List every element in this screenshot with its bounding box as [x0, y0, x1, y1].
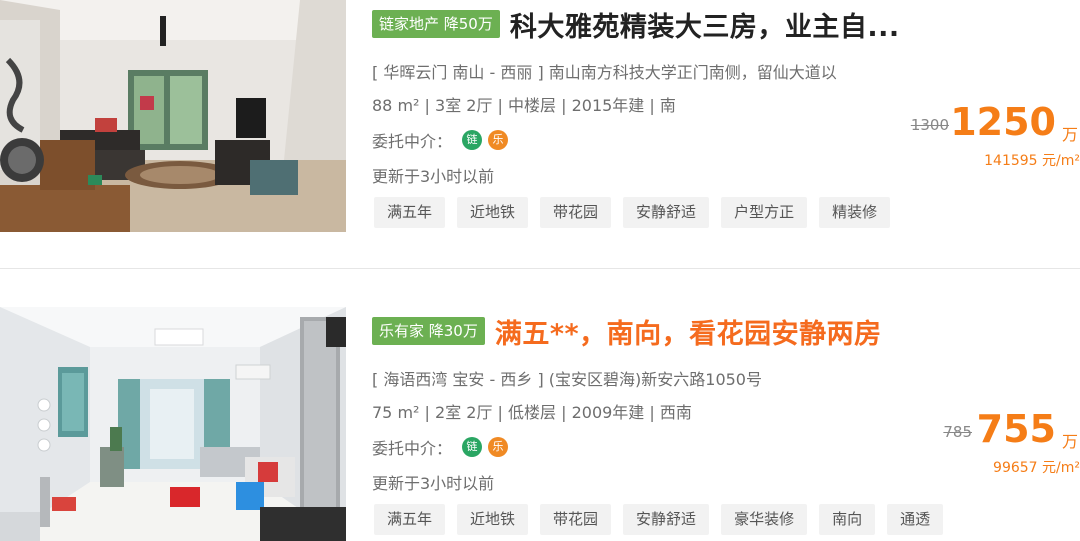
lianjia-agent-icon[interactable]: 链	[462, 437, 483, 457]
feature-tag: 安静舒适	[623, 197, 710, 228]
updated-time: 更新于3小时以前	[372, 167, 495, 186]
feature-tag: 带花园	[540, 197, 612, 228]
feature-tag: 豪华装修	[721, 504, 808, 535]
agents-label: 委托中介：	[372, 439, 453, 458]
feature-tag: 户型方正	[721, 197, 808, 228]
price-unit: 万	[1061, 125, 1078, 144]
listing-card[interactable]: 乐有家 降30万 满五**，南向，看花园安静两房 [ 海语西湾 宝安 - 西乡 …	[0, 307, 1080, 541]
lianjia-agent-icon[interactable]: 链	[462, 130, 483, 150]
listing-title-row: 链家地产 降50万 科大雅苑精装大三房，业主自...	[372, 5, 900, 44]
price-box: 785 755 万 99657 元/m²	[880, 407, 1080, 487]
feature-tags: 满五年 近地铁 带花园 安静舒适 户型方正 精装修	[374, 197, 902, 228]
updated-time: 更新于3小时以前	[372, 474, 495, 493]
agents-label: 委托中介：	[372, 132, 453, 151]
feature-tag: 通透	[887, 504, 944, 535]
feature-tag: 满五年	[374, 504, 446, 535]
listing-divider	[0, 268, 1080, 269]
listing-specs: 88 m² | 3室 2厅 | 中楼层 | 2015年建 | 南	[372, 96, 676, 115]
unit-price: 141595 元/m²	[984, 153, 1080, 169]
price-box: 1300 1250 万 141595 元/m²	[880, 100, 1080, 180]
listing-title[interactable]: 满五**，南向，看花园安静两房	[495, 312, 882, 351]
listing-card[interactable]: 链家地产 降50万 科大雅苑精装大三房，业主自... [ 华晖云门 南山 - 西…	[0, 0, 1080, 232]
agency-price-drop-tag: 乐有家 降30万	[372, 317, 485, 345]
old-price: 785	[943, 423, 972, 441]
feature-tag: 精装修	[819, 197, 891, 228]
listing-address[interactable]: [ 华晖云门 南山 - 西丽 ] 南山南方科技大学正门南侧，留仙大道以	[372, 59, 837, 83]
total-price: 755	[976, 407, 1056, 451]
listing-address[interactable]: [ 海语西湾 宝安 - 西乡 ] (宝安区碧海)新安六路1050号	[372, 366, 762, 390]
feature-tags: 满五年 近地铁 带花园 安静舒适 豪华装修 南向 通透	[374, 504, 955, 535]
leyoujia-agent-icon[interactable]: 乐	[488, 437, 509, 457]
price-unit: 万	[1061, 432, 1078, 451]
feature-tag: 安静舒适	[623, 504, 710, 535]
agents-row: 委托中介： 链 乐	[372, 435, 509, 459]
agency-price-drop-tag: 链家地产 降50万	[372, 10, 500, 38]
feature-tag: 近地铁	[457, 504, 529, 535]
listing-title-row: 乐有家 降30万 满五**，南向，看花园安静两房	[372, 312, 882, 351]
feature-tag: 南向	[819, 504, 876, 535]
listing-specs: 75 m² | 2室 2厅 | 低楼层 | 2009年建 | 西南	[372, 403, 692, 422]
total-price: 1250	[950, 100, 1056, 144]
listing-photo[interactable]	[0, 0, 346, 232]
feature-tag: 满五年	[374, 197, 446, 228]
old-price: 1300	[910, 116, 949, 134]
listing-title[interactable]: 科大雅苑精装大三房，业主自...	[510, 5, 900, 44]
listing-photo[interactable]	[0, 307, 346, 541]
unit-price: 99657 元/m²	[993, 460, 1080, 476]
leyoujia-agent-icon[interactable]: 乐	[488, 130, 509, 150]
feature-tag: 带花园	[540, 504, 612, 535]
feature-tag: 近地铁	[457, 197, 529, 228]
agents-row: 委托中介： 链 乐	[372, 128, 509, 152]
